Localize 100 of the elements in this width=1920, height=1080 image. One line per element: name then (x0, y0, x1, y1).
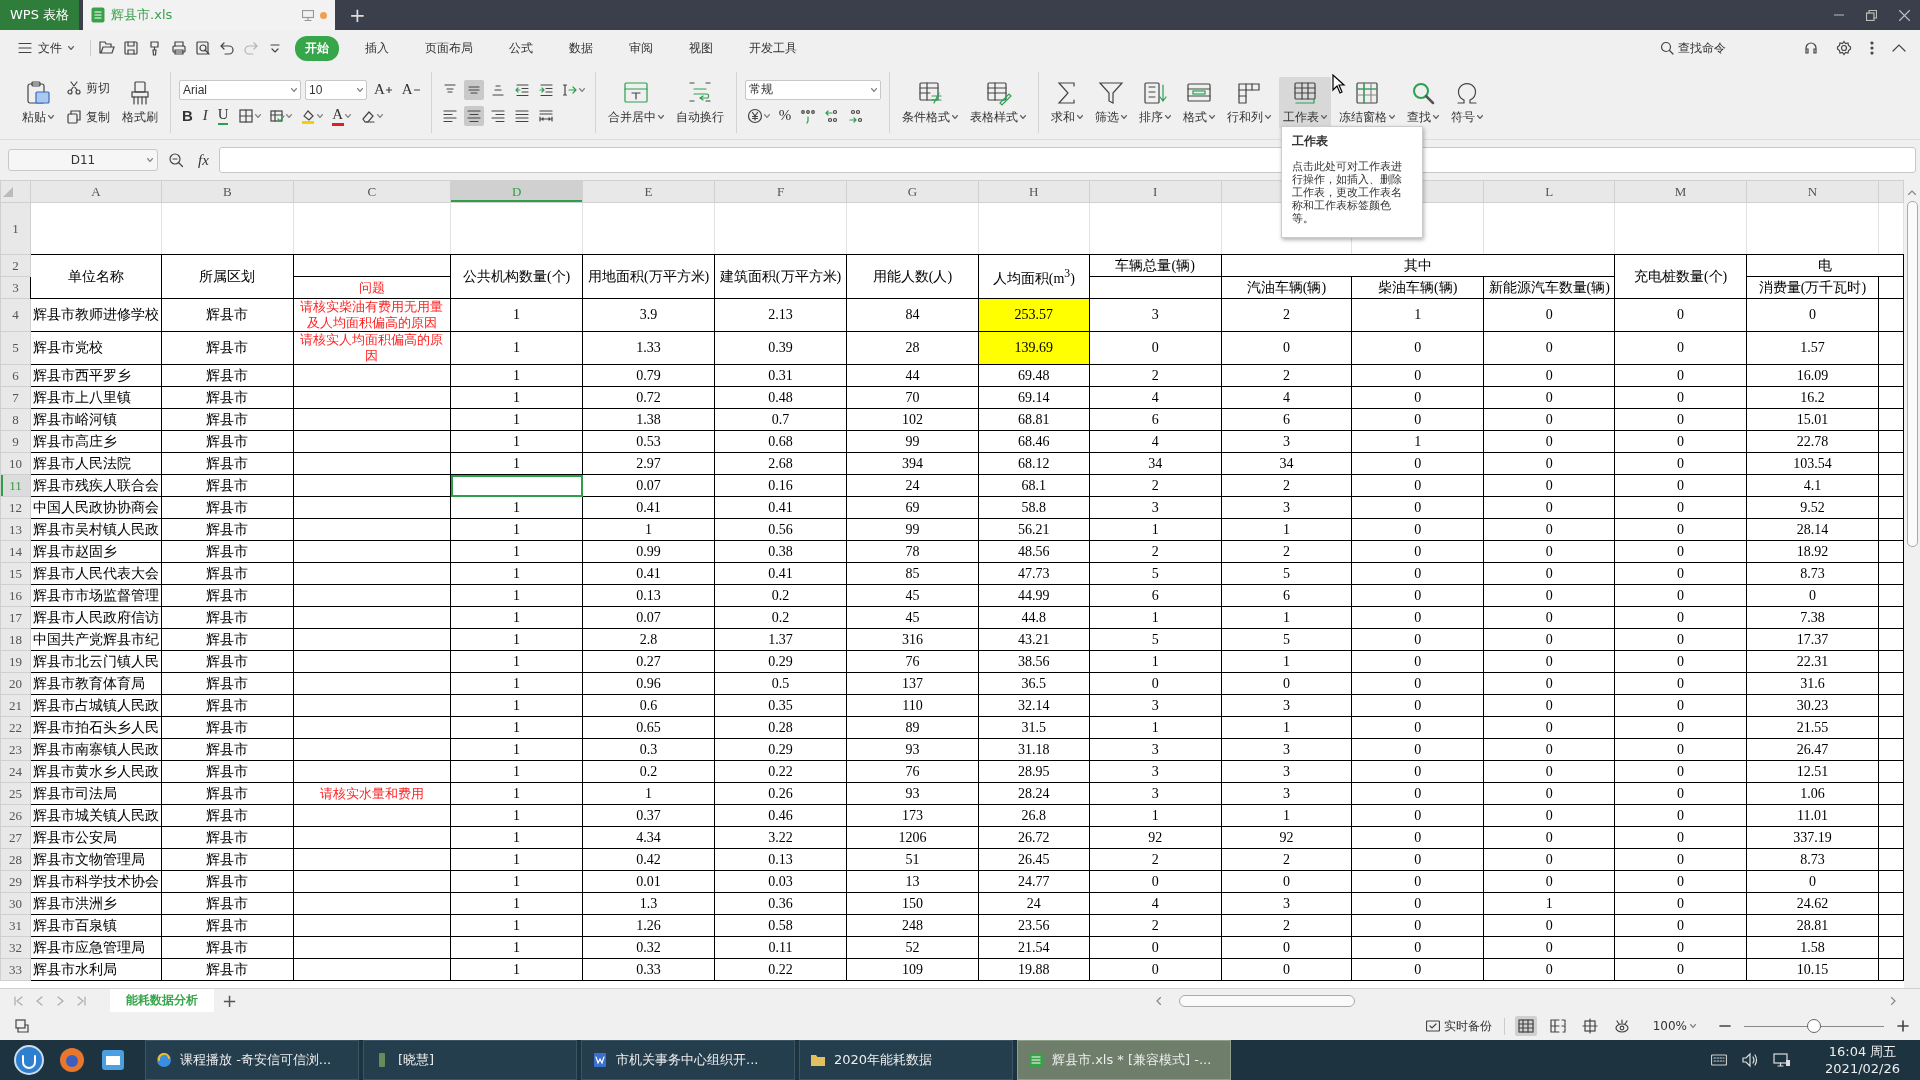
table-cell: 1.26 (582, 914, 715, 937)
table-cell: 辉县市文物管理局 (30, 848, 162, 871)
table-cell: 辉县市应急管理局 (30, 936, 162, 959)
table-cell: 辉县市人民政府信访 (30, 606, 162, 629)
header-cell: 所属区划 (161, 254, 294, 299)
header-cell: 公共机构数量(个) (450, 254, 583, 299)
table-cell: 2 (1221, 848, 1352, 871)
table-cell: 0.7 (714, 408, 847, 431)
table-cell: 2.8 (582, 628, 715, 651)
table-cell: 0.36 (714, 892, 847, 915)
table-cell: 辉县市 (161, 914, 294, 937)
table-cell: 0 (1483, 518, 1615, 541)
table-cell: 辉县市 (161, 331, 294, 365)
table-cell: 76 (846, 760, 979, 783)
table-cell: 0.26 (714, 782, 847, 805)
table-cell: 69.48 (978, 364, 1090, 387)
table-cell: 58.8 (978, 496, 1090, 519)
table-cell: 0 (1746, 298, 1879, 332)
note-cell: 请核实人均面积偏高的原因 (293, 331, 451, 365)
table-cell: 1 (1221, 716, 1352, 739)
table-cell: 0 (1483, 848, 1615, 871)
table-cell: 28.14 (1746, 518, 1879, 541)
table-cell: 辉县市 (161, 870, 294, 893)
table-cell: 0.03 (714, 870, 847, 893)
table-cell: 103.54 (1746, 452, 1879, 475)
table-cell: 12.51 (1746, 760, 1879, 783)
table-cell: 辉县市 (161, 848, 294, 871)
table-cell: 0 (1483, 826, 1615, 849)
table-cell: 93 (846, 782, 979, 805)
table-cell: 1.38 (582, 408, 715, 431)
table-cell: 26.8 (978, 804, 1090, 827)
table-cell: 0 (1483, 672, 1615, 695)
table-cell: 0 (1483, 760, 1615, 783)
table-cell: 1 (1351, 298, 1484, 332)
table-cell: 0 (1614, 562, 1747, 585)
table-cell: 0.16 (714, 474, 847, 497)
table-cell: 2 (1221, 914, 1352, 937)
table-cell: 0.3 (582, 738, 715, 761)
table-cell: 辉县市公安局 (30, 826, 162, 849)
table-cell: 68.81 (978, 408, 1090, 431)
table-cell: 辉县市 (161, 936, 294, 959)
table-cell: 0 (1614, 936, 1747, 959)
table-cell: 0.33 (582, 958, 715, 981)
table-cell: 2.13 (714, 298, 847, 332)
table-cell: 1 (1089, 650, 1222, 673)
table-cell: 1 (450, 562, 583, 585)
table-cell: 1 (450, 914, 583, 937)
table-cell: 1 (450, 386, 583, 409)
table-cell: 6 (1089, 408, 1222, 431)
table-cell: 6 (1089, 584, 1222, 607)
table-cell: 辉县市 (161, 672, 294, 695)
table-cell: 辉县市 (161, 628, 294, 651)
table-cell: 68.46 (978, 430, 1090, 453)
header-cell: 汽油车辆(辆) (1221, 276, 1352, 299)
table-cell: 34 (1089, 452, 1222, 475)
table-cell: 4.34 (582, 826, 715, 849)
header-cell: 车辆总量(辆) (1089, 254, 1222, 277)
table-cell: 1.37 (714, 628, 847, 651)
table-cell: 3 (1089, 738, 1222, 761)
table-cell: 辉县市上八里镇 (30, 386, 162, 409)
table-cell: 辉县市 (161, 474, 294, 497)
table-cell: 31.6 (1746, 672, 1879, 695)
clock-date: 2021/02/26 (1825, 1060, 1900, 1077)
table-cell: 0.41 (582, 496, 715, 519)
table-cell: 0 (1614, 804, 1747, 827)
table-cell: 4 (1221, 386, 1352, 409)
table-cell: 89 (846, 716, 979, 739)
table-cell: 0.11 (714, 936, 847, 959)
table-cell: 0 (1483, 331, 1615, 365)
table-cell: 中国共产党辉县市纪 (30, 628, 162, 651)
table-cell: 43.21 (978, 628, 1090, 651)
table-cell: 0 (1614, 782, 1747, 805)
table-cell: 24.77 (978, 870, 1090, 893)
table-cell: 150 (846, 892, 979, 915)
table-cell: 辉县市党校 (30, 331, 162, 365)
table-cell: 辉县市 (161, 760, 294, 783)
table-cell: 0 (1614, 892, 1747, 915)
table-cell: 19.88 (978, 958, 1090, 981)
table-cell: 辉县市 (161, 958, 294, 981)
table-cell: 30.23 (1746, 694, 1879, 717)
table-cell: 0 (1746, 870, 1879, 893)
table-cell: 0.68 (714, 430, 847, 453)
table-cell: 69 (846, 496, 979, 519)
header-cell: 人均面积(m$^{3}$) (978, 254, 1090, 299)
table-cell: 0 (1351, 364, 1484, 387)
table-cell: 2.97 (582, 452, 715, 475)
table-cell: 1 (450, 298, 583, 332)
table-cell: 辉县市北云门镇人民 (30, 650, 162, 673)
table-cell: 38.56 (978, 650, 1090, 673)
table-cell: 0 (1483, 958, 1615, 981)
table-cell: 0.35 (714, 694, 847, 717)
table-cell: 1 (450, 936, 583, 959)
table-cell: 辉县市 (161, 782, 294, 805)
table-cell: 1 (450, 628, 583, 651)
table-cell: 3 (1089, 694, 1222, 717)
header-cell: 充电桩数量(个) (1614, 254, 1747, 299)
table-cell: 0.22 (714, 760, 847, 783)
table-cell: 辉县市 (161, 540, 294, 563)
table-cell: 4.1 (1746, 474, 1879, 497)
table-cell: 1 (450, 694, 583, 717)
